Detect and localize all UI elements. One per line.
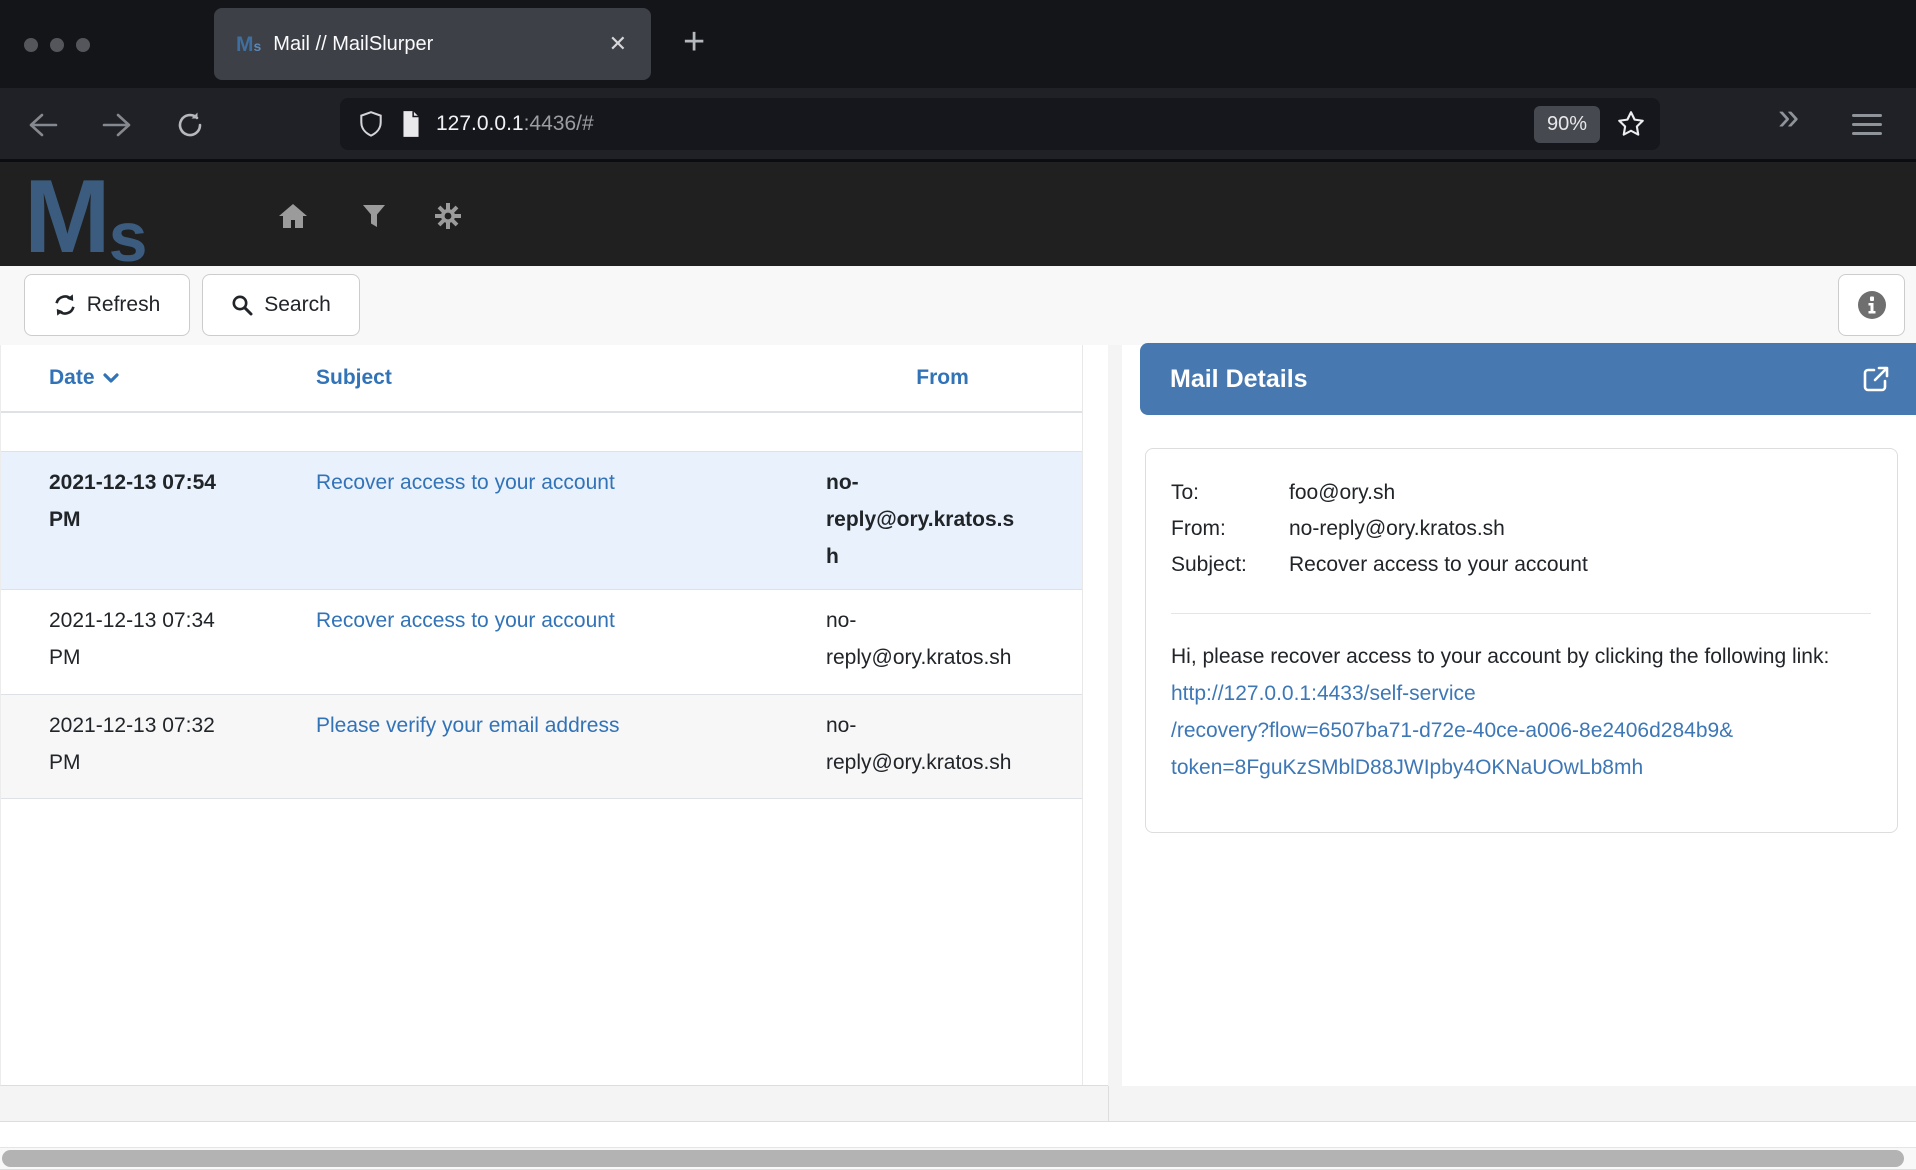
mail-details-title: Mail Details [1170,365,1862,394]
to-label: To: [1171,475,1289,511]
panel-divider [1108,1086,1109,1121]
info-button[interactable] [1838,274,1905,336]
mail-date: 2021-12-13 07:32 PM [25,695,292,798]
page-info-icon[interactable] [400,110,422,138]
zoom-level-badge[interactable]: 90% [1534,106,1600,143]
back-icon[interactable] [28,112,58,138]
forward-icon[interactable] [102,112,132,138]
reload-icon[interactable] [176,111,204,139]
mail-body-text: Hi, please recover access to your accoun… [1171,645,1829,668]
bookmark-star-icon[interactable] [1616,109,1646,139]
column-header-date[interactable]: Date [25,366,292,390]
mail-subject-link[interactable]: Recover access to your account [316,609,615,632]
mail-row[interactable]: 2021-12-13 07:32 PM Please verify your e… [1,694,1083,799]
from-value: no-reply@ory.kratos.sh [1289,511,1505,547]
menu-hamburger-icon[interactable] [1852,114,1882,136]
details-divider [1171,613,1871,614]
from-label: From: [1171,511,1289,547]
column-header-from: From [802,366,1083,390]
open-external-icon[interactable] [1862,365,1890,393]
to-value: foo@ory.sh [1289,475,1395,511]
app-header: M s [0,162,1916,266]
mail-date: 2021-12-13 07:34 PM [25,590,292,694]
mail-details-header: Mail Details [1140,343,1916,415]
horizontal-scrollbar-thumb[interactable] [2,1150,1904,1167]
search-icon [231,294,253,316]
window-dot-icon[interactable] [24,38,38,52]
overflow-chevrons-icon[interactable]: » [1778,96,1799,139]
mail-rows: 2021-12-13 07:54 PM Recover access to yo… [1,451,1108,799]
subject-value: Recover access to your account [1289,547,1588,583]
sort-chevron-down-icon [103,373,119,384]
mail-date: 2021-12-13 07:54 PM [25,452,292,589]
search-button-label: Search [264,293,331,317]
horizontal-scrollbar-track [0,1147,1916,1170]
shield-icon[interactable] [358,110,384,138]
mail-from: no-reply@ory.kratos.sh [802,590,1083,694]
gear-icon[interactable] [434,202,462,230]
mail-subject-link[interactable]: Please verify your email address [316,714,619,737]
mail-details-card: To:foo@ory.sh From:no-reply@ory.kratos.s… [1145,448,1898,833]
filter-icon[interactable] [362,204,386,228]
search-button[interactable]: Search [202,274,360,336]
column-header-subject: Subject [292,366,802,390]
address-bar[interactable]: 127.0.0.1:4436/# 90% [340,98,1660,150]
mail-subject-link[interactable]: Recover access to your account [316,471,615,494]
mailslurper-logo[interactable]: M s [24,162,148,266]
window-dot-icon[interactable] [50,38,64,52]
refresh-button[interactable]: Refresh [24,274,190,336]
tab-title: Mail // MailSlurper [273,33,602,56]
new-tab-button[interactable]: + [683,18,705,66]
url-text: 127.0.0.1:4436/# [436,112,1534,136]
window-controls[interactable] [24,38,90,52]
mailslurper-favicon-icon: Ms [236,34,261,55]
mail-row[interactable]: 2021-12-13 07:54 PM Recover access to yo… [1,451,1083,589]
info-icon [1857,290,1887,320]
window-dot-icon[interactable] [76,38,90,52]
recovery-link[interactable]: http://127.0.0.1:4433/self-service/recov… [1171,682,1863,786]
tab-close-icon[interactable]: ✕ [603,27,633,61]
browser-tab[interactable]: Ms Mail // MailSlurper ✕ [214,8,651,80]
home-icon[interactable] [278,202,308,230]
mail-body: Hi, please recover access to your accoun… [1171,638,1863,786]
list-scrollbar-track[interactable] [1082,345,1108,1085]
refresh-icon [54,294,76,316]
mail-from: no-reply@ory.kratos.sh [802,452,1083,589]
refresh-button-label: Refresh [87,293,161,317]
mail-list-header-row: Date Subject From [1,345,1083,413]
mail-from: no-reply@ory.kratos.sh [802,695,1083,798]
browser-tabbar: Ms Mail // MailSlurper ✕ + [0,0,1916,88]
mail-row[interactable]: 2021-12-13 07:34 PM Recover access to yo… [1,589,1083,694]
bottom-strip [0,1121,1916,1147]
app-toolbar: Refresh Search [0,266,1916,345]
browser-navbar: 127.0.0.1:4436/# 90% » [0,88,1916,162]
subject-label: Subject: [1171,547,1289,583]
mail-list-panel: Date Subject From 2021-12-13 07:54 PM Re… [0,345,1108,1086]
